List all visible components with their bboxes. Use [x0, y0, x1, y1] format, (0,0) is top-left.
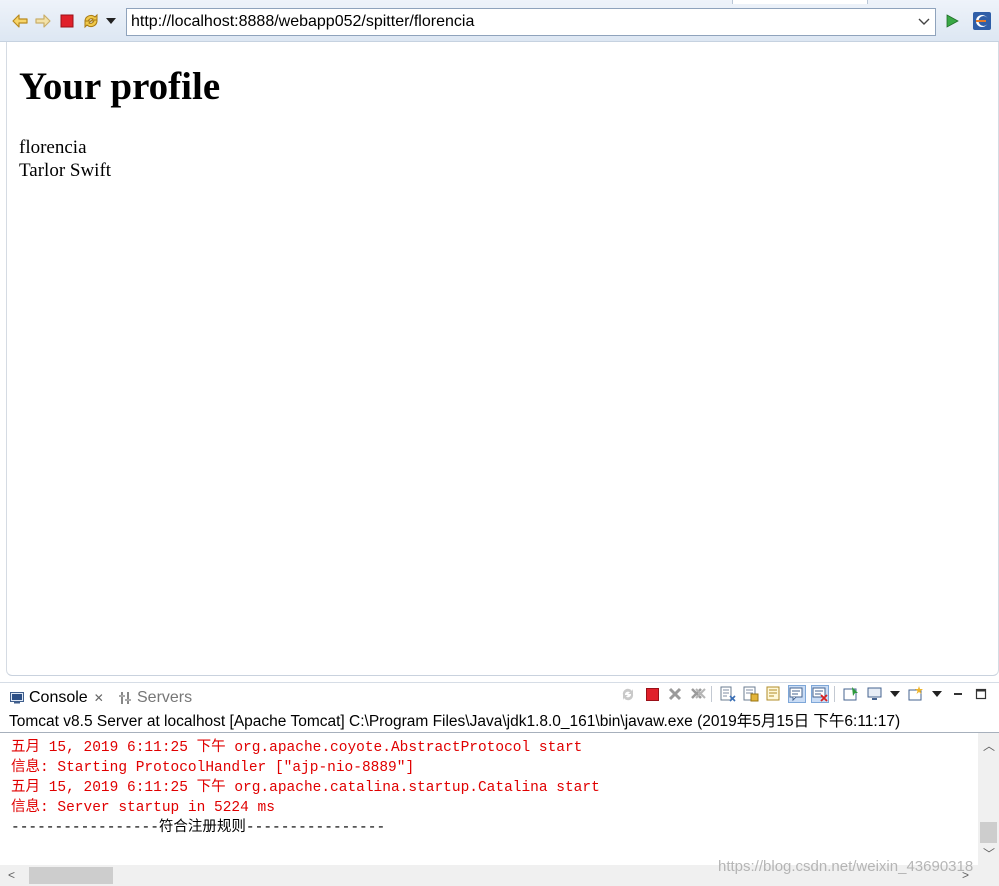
stop-icon[interactable]	[57, 11, 77, 31]
toolbar-separator	[834, 686, 835, 702]
word-wrap-icon[interactable]	[765, 685, 783, 703]
browser-page: Your profile florencia Tarlor Swift	[6, 42, 999, 676]
show-on-stdout-icon[interactable]	[788, 685, 806, 703]
chevron-down-icon[interactable]	[928, 685, 946, 703]
terminate-relaunch-icon[interactable]	[619, 685, 637, 703]
forward-arrow-icon[interactable]	[33, 11, 53, 31]
remove-all-icon[interactable]	[689, 685, 707, 703]
servers-icon	[118, 691, 132, 705]
watermark: https://blog.csdn.net/weixin_43690318	[718, 858, 974, 875]
console-line: 五月 15, 2019 6:11:25 下午 org.apache.coyote…	[11, 740, 583, 756]
vertical-scrollbar[interactable]: ︿ ﹀	[978, 733, 999, 865]
console-process-label: Tomcat v8.5 Server at localhost [Apache …	[0, 710, 999, 733]
back-arrow-icon[interactable]	[10, 11, 30, 31]
url-field[interactable]: http://localhost:8888/webapp052/spitter/…	[126, 8, 936, 36]
eclipse-icon[interactable]	[972, 11, 992, 31]
scroll-up-icon[interactable]: ︿	[983, 737, 995, 754]
console-output[interactable]: 五月 15, 2019 6:11:25 下午 org.apache.coyote…	[0, 733, 978, 865]
pin-console-icon[interactable]	[842, 685, 860, 703]
tab-servers[interactable]: Servers	[118, 687, 192, 709]
maximize-icon[interactable]	[972, 685, 990, 703]
show-on-stderr-icon[interactable]	[811, 685, 829, 703]
scroll-left-icon[interactable]: <	[8, 868, 15, 882]
minimize-icon[interactable]	[949, 685, 967, 703]
page-title: Your profile	[19, 65, 221, 108]
close-icon[interactable]: ✕	[94, 691, 104, 705]
editor-tab-strip	[732, 0, 868, 4]
profile-username: florencia	[19, 137, 87, 158]
vertical-scroll-thumb[interactable]	[980, 822, 997, 843]
profile-fullname: Tarlor Swift	[19, 160, 112, 181]
remove-launch-icon[interactable]	[666, 685, 684, 703]
console-line: 五月 15, 2019 6:11:25 下午 org.apache.catali…	[11, 780, 600, 796]
scroll-lock-icon[interactable]	[742, 685, 760, 703]
url-dropdown-icon[interactable]	[913, 9, 935, 35]
open-console-icon[interactable]	[907, 685, 925, 703]
tab-console[interactable]: Console ✕	[10, 687, 104, 709]
display-console-icon[interactable]	[866, 685, 884, 703]
go-icon[interactable]	[942, 11, 962, 31]
stop-icon[interactable]	[643, 685, 661, 703]
chevron-down-icon[interactable]	[101, 11, 121, 31]
refresh-icon[interactable]	[81, 11, 101, 31]
console-icon	[10, 691, 24, 705]
clear-console-icon[interactable]	[719, 685, 737, 703]
chevron-down-icon[interactable]	[886, 685, 904, 703]
toolbar-separator	[711, 686, 712, 702]
console-line: -----------------符合注册规则----------------	[11, 820, 386, 836]
url-text[interactable]: http://localhost:8888/webapp052/spitter/…	[127, 13, 913, 31]
horizontal-scroll-thumb[interactable]	[29, 867, 113, 884]
tab-servers-label: Servers	[137, 689, 193, 706]
console-line: 信息: Server startup in 5224 ms	[11, 800, 275, 816]
tab-console-label: Console	[29, 689, 88, 706]
scroll-down-icon[interactable]: ﹀	[983, 845, 995, 862]
console-line: 信息: Starting ProtocolHandler ["ajp-nio-8…	[11, 760, 415, 776]
browser-toolbar: http://localhost:8888/webapp052/spitter/…	[0, 0, 999, 42]
